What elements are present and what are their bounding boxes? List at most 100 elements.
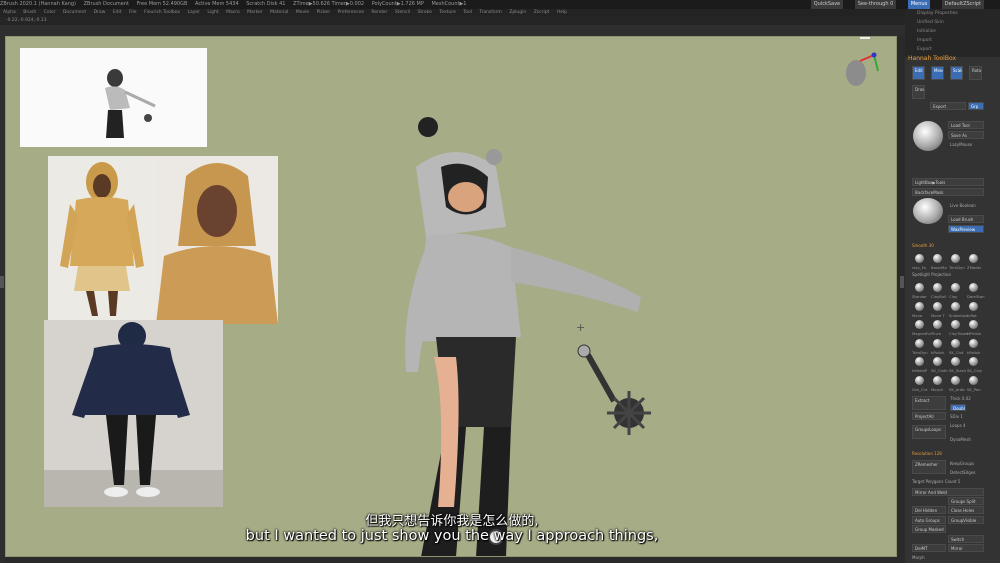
waxpreview-button[interactable]: WaxPreview [948, 225, 984, 233]
scale-button[interactable]: Scale [950, 66, 963, 80]
brush-sphere-icon[interactable] [933, 320, 942, 329]
menu-item[interactable]: Texture [439, 10, 455, 15]
export-button[interactable]: Export [930, 102, 966, 110]
brush-sphere-icon[interactable] [915, 376, 924, 385]
brush-sphere-icon[interactable] [951, 302, 960, 311]
menu-item[interactable]: File [129, 10, 137, 15]
resolution-slider[interactable]: Resolution 128 [912, 451, 942, 456]
sculpted-character-model[interactable] [306, 107, 686, 557]
grouploops-button[interactable]: GroupsLoops [912, 425, 946, 439]
brush-sphere-icon[interactable] [933, 376, 942, 385]
detectedges-label[interactable]: DetectEdges [950, 470, 976, 475]
target-polygons-slider[interactable]: Target Polygons Count 5 [912, 479, 960, 484]
brush-sphere-icon[interactable] [915, 254, 924, 263]
menu-item[interactable]: Transform [479, 10, 501, 15]
defaultscript-button[interactable]: DefaultZScript [941, 0, 984, 9]
menu-item[interactable]: Light [207, 10, 218, 15]
brush-sphere-icon[interactable] [969, 283, 978, 292]
menu-item[interactable]: Render [371, 10, 387, 15]
menu-item[interactable]: Preferences [337, 10, 363, 15]
sdiv-slider[interactable]: SDiv 1 [950, 414, 963, 419]
menu-item[interactable]: Tool [463, 10, 472, 15]
brush-preview-icon[interactable] [913, 198, 943, 224]
right-scroll-tab[interactable] [900, 276, 904, 288]
left-scroll-tab[interactable] [0, 276, 4, 288]
groups-split-button[interactable]: Groups Split [948, 497, 984, 505]
smooth-slider[interactable]: Smooth 30 [912, 243, 934, 248]
menu-item[interactable]: Material [270, 10, 288, 15]
menu-item[interactable]: Stencil [395, 10, 410, 15]
brush-sphere-icon[interactable] [969, 339, 978, 348]
brush-sphere-icon[interactable] [933, 339, 942, 348]
menu-item[interactable]: Stroke [418, 10, 432, 15]
brush-sphere-icon[interactable] [933, 357, 942, 366]
brush-sphere-icon[interactable] [951, 254, 960, 263]
menu-item[interactable]: Macro [226, 10, 240, 15]
extract-button[interactable]: Extract [912, 396, 946, 410]
mace-prop-model[interactable] [574, 341, 664, 441]
navigation-head-gizmo[interactable] [840, 49, 880, 99]
submenu-item[interactable]: Initialize [905, 27, 1000, 36]
lightbox-tools-button[interactable]: LightBox▶Tools [912, 178, 984, 186]
live-boolean-label[interactable]: Live Boolean [950, 203, 976, 208]
brush-sphere-icon[interactable] [933, 254, 942, 263]
save-as-button[interactable]: Save As [948, 131, 984, 139]
menu-item[interactable]: Picker [317, 10, 330, 15]
zremesher-button[interactable]: ZRemesher [912, 460, 946, 474]
projectall-button[interactable]: ProjectAll [912, 412, 946, 420]
grp-button[interactable]: Grp [968, 102, 984, 110]
rotate-button[interactable]: Rotate [969, 66, 982, 80]
brush-sphere-icon[interactable] [951, 376, 960, 385]
backfacemask-button[interactable]: BackfaceMask [912, 188, 984, 196]
brush-sphere-icon[interactable] [933, 302, 942, 311]
group-masked-button[interactable]: Group Masked [912, 525, 946, 533]
submenu-item[interactable]: Import [905, 36, 1000, 45]
brush-sphere-icon[interactable] [933, 283, 942, 292]
draw-button[interactable]: Draw [912, 85, 925, 99]
menu-item[interactable]: Marker [247, 10, 263, 15]
submenu-item[interactable]: Display Properties [905, 9, 1000, 18]
close-holes-button[interactable]: Close Holes [948, 506, 984, 514]
mirror-button[interactable]: Mirror [948, 544, 984, 552]
group-visible-button[interactable]: GroupVisible [948, 516, 984, 524]
menus-button[interactable]: Menus [907, 0, 931, 9]
viewport-canvas[interactable]: + 但我只想告诉你我是怎么做的, but I wanted to just sh… [5, 36, 897, 557]
spotlight-projection-label[interactable]: Spotlight Projection [912, 272, 951, 277]
del-hidden-button[interactable]: Del Hidden [912, 506, 946, 514]
menu-item[interactable]: Draw [94, 10, 106, 15]
switch-button[interactable]: Switch [948, 535, 984, 543]
menu-item[interactable]: Movie [296, 10, 309, 15]
brush-sphere-icon[interactable] [951, 357, 960, 366]
menu-item[interactable]: Color [44, 10, 56, 15]
menu-item[interactable]: Document [63, 10, 86, 15]
brush-sphere-icon[interactable] [915, 283, 924, 292]
mirror-weld-button[interactable]: Mirror And Weld [912, 488, 984, 496]
quicksave-button[interactable]: QuickSave [810, 0, 844, 9]
brush-sphere-icon[interactable] [969, 320, 978, 329]
load-tool-button[interactable]: Load Tool [948, 121, 984, 129]
lazymouse-label[interactable]: LazyMouse [950, 142, 972, 147]
submenu-item[interactable]: Unified Skin [905, 18, 1000, 27]
menu-item[interactable]: Zscript [534, 10, 550, 15]
load-brush-button[interactable]: Load Brush [948, 215, 984, 223]
keepgroups-label[interactable]: KeepGroups [950, 461, 974, 466]
seethrough-slider[interactable]: See-through 0 [854, 0, 897, 9]
menu-item[interactable]: Layer [187, 10, 200, 15]
brush-sphere-icon[interactable] [969, 376, 978, 385]
menu-item[interactable]: Flourish Toolbox [144, 10, 180, 15]
menu-item[interactable]: Brush [23, 10, 36, 15]
double-button[interactable]: Double [950, 404, 966, 411]
brush-sphere-icon[interactable] [915, 357, 924, 366]
thick-slider[interactable]: Thick 0.02 [950, 396, 971, 401]
morph-label[interactable]: Morph [912, 555, 925, 560]
menu-item[interactable]: Help [557, 10, 567, 15]
menu-item[interactable]: Zplugin [509, 10, 526, 15]
brush-sphere-icon[interactable] [951, 320, 960, 329]
submenu-item[interactable]: Export [905, 45, 1000, 54]
auto-groups-button[interactable]: Auto Groups [912, 516, 946, 524]
brush-sphere-icon[interactable] [969, 302, 978, 311]
menu-item[interactable]: Alpha [3, 10, 16, 15]
edit-button[interactable]: Edit [912, 66, 925, 80]
menu-item[interactable]: Edit [113, 10, 122, 15]
brush-sphere-icon[interactable] [951, 283, 960, 292]
